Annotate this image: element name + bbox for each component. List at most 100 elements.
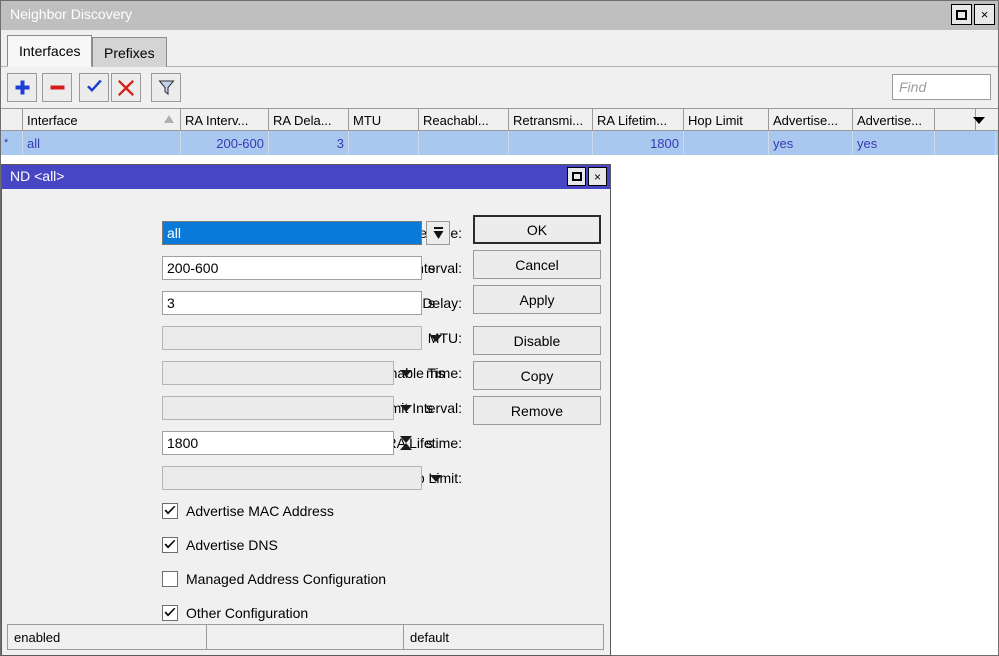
reachable-time-input[interactable] (162, 361, 394, 385)
remove-button[interactable] (42, 73, 72, 102)
ra-lifetime-input[interactable]: 1800 (162, 431, 394, 455)
status-middle (206, 624, 404, 650)
dialog-window-controls: × (567, 167, 607, 186)
field-interface: Interface: all (2, 221, 462, 245)
mtu-dropdown-arrow[interactable] (428, 326, 444, 350)
column-header-hop-limit[interactable]: Hop Limit (684, 109, 769, 131)
status-enabled: enabled (7, 624, 207, 650)
column-header-interface[interactable]: Interface (23, 109, 181, 131)
close-icon: × (594, 171, 601, 183)
checkbox-managed-address-configuration[interactable]: Managed Address Configuration (162, 568, 386, 590)
column-header-mtu-label: MTU (353, 113, 381, 128)
remove-button[interactable]: Remove (473, 396, 601, 425)
checkbox-box (162, 605, 178, 621)
cell-reachable-time (419, 131, 509, 155)
retransmit-interval-unit: s (426, 396, 433, 420)
column-header-advertise-mac-label: Advertise... (773, 113, 838, 128)
tab-prefixes-label: Prefixes (104, 45, 155, 61)
interface-input[interactable]: all (162, 221, 422, 245)
checkbox-other-configuration-label: Other Configuration (186, 605, 308, 621)
tab-strip: Interfaces Prefixes (1, 30, 998, 67)
column-header-flag[interactable] (1, 109, 23, 131)
hop-limit-dropdown-arrow[interactable] (428, 466, 444, 490)
cross-icon (118, 80, 134, 96)
cell-mtu (349, 131, 419, 155)
disable-button[interactable] (111, 73, 141, 102)
sort-ascending-icon (164, 115, 174, 123)
checkbox-advertise-mac-address[interactable]: Advertise MAC Address (162, 500, 334, 522)
ok-button[interactable]: OK (473, 215, 601, 244)
plus-icon (14, 79, 31, 96)
dialog-close-button[interactable]: × (588, 167, 607, 186)
column-header-advertise-mac[interactable]: Advertise... (769, 109, 853, 131)
dialog-maximize-button[interactable] (567, 167, 586, 186)
cell-interface: all (23, 131, 181, 155)
column-header-hop-limit-label: Hop Limit (688, 113, 743, 128)
filter-button[interactable] (151, 73, 181, 102)
chevron-down-icon (430, 475, 442, 482)
interface-dropdown-button[interactable] (426, 221, 450, 245)
table-row[interactable]: * all 200-600 3 1800 yes yes (1, 131, 998, 156)
column-header-advertise-dns[interactable]: Advertise... (853, 109, 935, 131)
ra-delay-input[interactable]: 3 (162, 291, 422, 315)
close-icon: × (981, 8, 989, 21)
tab-prefixes[interactable]: Prefixes (92, 37, 167, 67)
apply-button[interactable]: Apply (473, 285, 601, 314)
checkbox-managed-address-configuration-label: Managed Address Configuration (186, 571, 386, 587)
enable-button[interactable] (79, 73, 109, 102)
cancel-button[interactable]: Cancel (473, 250, 601, 279)
checkbox-advertise-dns[interactable]: Advertise DNS (162, 534, 278, 556)
column-header-mtu[interactable]: MTU (349, 109, 419, 131)
field-retransmit-interval: Retransmit Interval: s (2, 396, 462, 420)
chevron-down-icon (400, 405, 412, 412)
copy-button[interactable]: Copy (473, 361, 601, 390)
minus-icon (49, 79, 66, 96)
checkbox-box (162, 571, 178, 587)
check-icon (86, 80, 103, 95)
neighbor-discovery-window: Neighbor Discovery × Interfaces Prefixes (0, 0, 999, 656)
field-reachable-time: Reachable Time: ms (2, 361, 462, 385)
maximize-icon (956, 10, 967, 20)
retransmit-interval-input[interactable] (162, 396, 394, 420)
retransmit-interval-dropdown-arrow[interactable] (398, 396, 414, 420)
column-header-ra-lifetime[interactable]: RA Lifetim... (593, 109, 684, 131)
ra-delay-unit: s (428, 291, 435, 315)
tab-interfaces[interactable]: Interfaces (7, 35, 92, 67)
hop-limit-input[interactable] (162, 466, 422, 490)
column-header-reachable-time[interactable]: Reachabl... (419, 109, 509, 131)
checkbox-box (162, 503, 178, 519)
field-ra-lifetime: RA Lifetime: 1800 s (2, 431, 462, 455)
column-header-retransmit-interval[interactable]: Retransmi... (509, 109, 593, 131)
ra-interval-input[interactable]: 200-600 (162, 256, 422, 280)
column-header-ra-delay[interactable]: RA Dela... (269, 109, 349, 131)
checkbox-advertise-dns-label: Advertise DNS (186, 537, 278, 553)
chevron-down-icon (400, 370, 412, 377)
find-placeholder: Find (899, 79, 926, 95)
column-header-advertise-dns-label: Advertise... (857, 113, 922, 128)
dialog-body: Interface: all RA Interval: 200-600 s RA… (2, 189, 610, 630)
column-header-retransmit-interval-label: Retransmi... (513, 113, 583, 128)
cell-ra-delay: 3 (269, 131, 349, 155)
find-input[interactable]: Find (892, 74, 991, 100)
row-flag: * (1, 131, 23, 155)
window-title: Neighbor Discovery (10, 6, 132, 22)
column-header-ra-interval[interactable]: RA Interv... (181, 109, 269, 131)
cell-advertise-mac: yes (769, 131, 853, 155)
reachable-time-dropdown-arrow[interactable] (398, 361, 414, 385)
dialog-status-bar: enabled default (7, 624, 605, 650)
ra-lifetime-dropdown-arrow[interactable] (398, 431, 414, 455)
cell-retransmit-interval (509, 131, 593, 155)
column-menu-button[interactable] (961, 109, 996, 131)
funnel-icon (158, 79, 175, 96)
dropdown-arrow-icon (432, 226, 445, 241)
disable-button[interactable]: Disable (473, 326, 601, 355)
add-button[interactable] (7, 73, 37, 102)
maximize-button[interactable] (951, 4, 972, 25)
close-button[interactable]: × (974, 4, 995, 25)
window-controls: × (951, 4, 995, 25)
cell-advertise-dns: yes (853, 131, 935, 155)
status-default: default (403, 624, 604, 650)
mtu-input[interactable] (162, 326, 422, 350)
window-title-bar: Neighbor Discovery × (1, 1, 998, 30)
checkbox-other-configuration[interactable]: Other Configuration (162, 602, 308, 624)
